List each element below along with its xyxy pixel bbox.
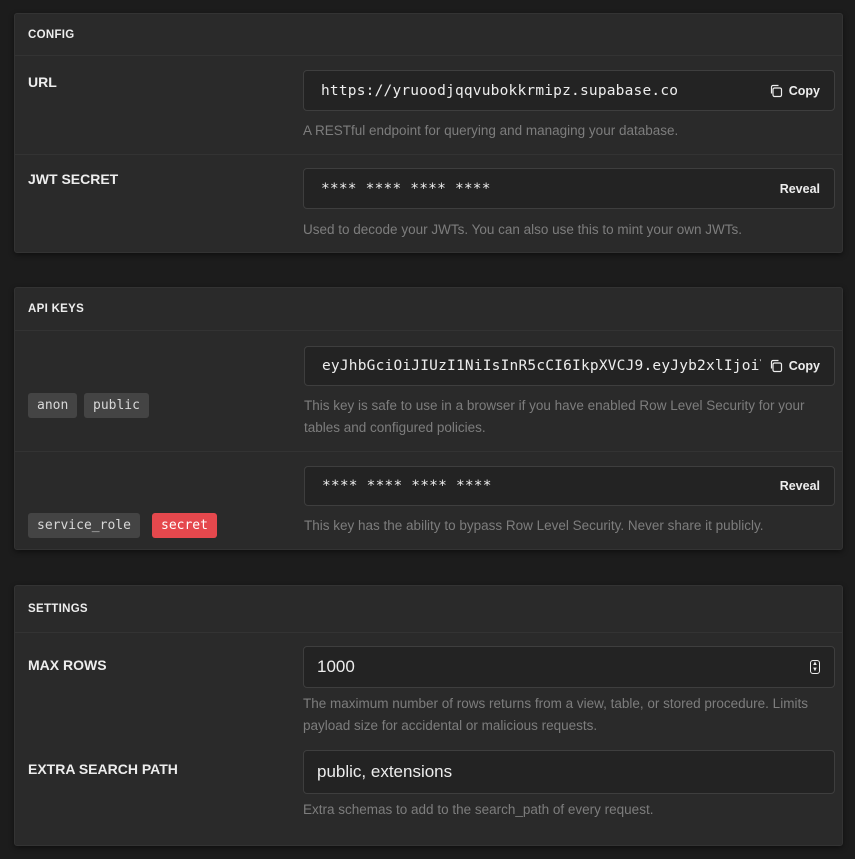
reveal-service-key-button[interactable]: Reveal [771,479,820,493]
jwt-help: Used to decode your JWTs. You can also u… [303,222,742,237]
max-rows-row: MAX ROWS 1000 ▲ ▼ The maximum number of r… [15,633,842,743]
copy-icon [770,84,782,97]
url-value[interactable]: https://yruoodjqqvubokkrmipz.supabase.co [321,83,761,99]
service-key-field[interactable]: **** **** **** **** Reveal [304,466,835,506]
search-path-row: EXTRA SEARCH PATH public, extensions Ext… [15,743,842,847]
url-field[interactable]: https://yruoodjqqvubokkrmipz.supabase.co… [303,70,835,111]
url-row: URL https://yruoodjqqvubokkrmipz.supabas… [15,56,842,154]
service-key-value: **** **** **** **** [322,478,492,494]
jwt-row: JWT SECRET **** **** **** **** Reveal Us… [15,154,842,254]
copy-url-label: Copy [788,83,820,98]
search-path-input[interactable]: public, extensions [303,750,835,794]
api-keys-header: API KEYS [15,288,842,331]
anon-key-field[interactable]: eyJhbGciOiJIUzI1NiIsInR5cCI6IkpXVCJ9.eyJ… [304,346,835,386]
secret-tag: secret [152,513,217,538]
url-help: A RESTful endpoint for querying and mana… [303,123,679,138]
config-panel: CONFIG URL https://yruoodjqqvubokkrmipz.… [14,13,843,253]
copy-icon [770,359,782,373]
service-role-tag: service_role [28,513,140,538]
jwt-label: JWT SECRET [28,171,119,187]
anon-key-value[interactable]: eyJhbGciOiJIUzI1NiIsInR5cCI6IkpXVCJ9.eyJ… [322,358,761,374]
service-key-help: This key has the ability to bypass Row L… [304,518,764,533]
jwt-value: **** **** **** **** [321,180,491,197]
search-path-label: EXTRA SEARCH PATH [28,761,178,777]
url-label: URL [28,74,57,90]
stepper-icon[interactable]: ▲ ▼ [810,660,820,674]
max-rows-input[interactable]: 1000 ▲ ▼ [303,646,835,688]
search-path-value[interactable]: public, extensions [317,762,820,782]
anon-key-help: This key is safe to use in a browser if … [304,398,805,435]
settings-panel: SETTINGS MAX ROWS 1000 ▲ ▼ The maximum nu… [14,585,843,846]
settings-header: SETTINGS [15,586,842,633]
service-key-row: service_role secret **** **** **** **** … [15,451,842,551]
config-header: CONFIG [15,14,842,56]
copy-anon-key-label: Copy [788,359,820,373]
max-rows-help: The maximum number of rows returns from … [303,696,808,733]
search-path-help: Extra schemas to add to the search_path … [303,802,654,817]
max-rows-value[interactable]: 1000 [317,657,810,677]
copy-url-button[interactable]: Copy [760,83,820,98]
api-keys-panel: API KEYS anon public eyJhbGciOiJIUzI1NiI… [14,287,843,550]
max-rows-label: MAX ROWS [28,657,107,673]
jwt-field[interactable]: **** **** **** **** Reveal [303,168,835,209]
copy-anon-key-button[interactable]: Copy [760,359,820,373]
reveal-jwt-button[interactable]: Reveal [771,181,820,196]
public-tag: public [84,393,149,418]
anon-tag: anon [28,393,78,418]
anon-key-row: anon public eyJhbGciOiJIUzI1NiIsInR5cCI6… [15,331,842,451]
